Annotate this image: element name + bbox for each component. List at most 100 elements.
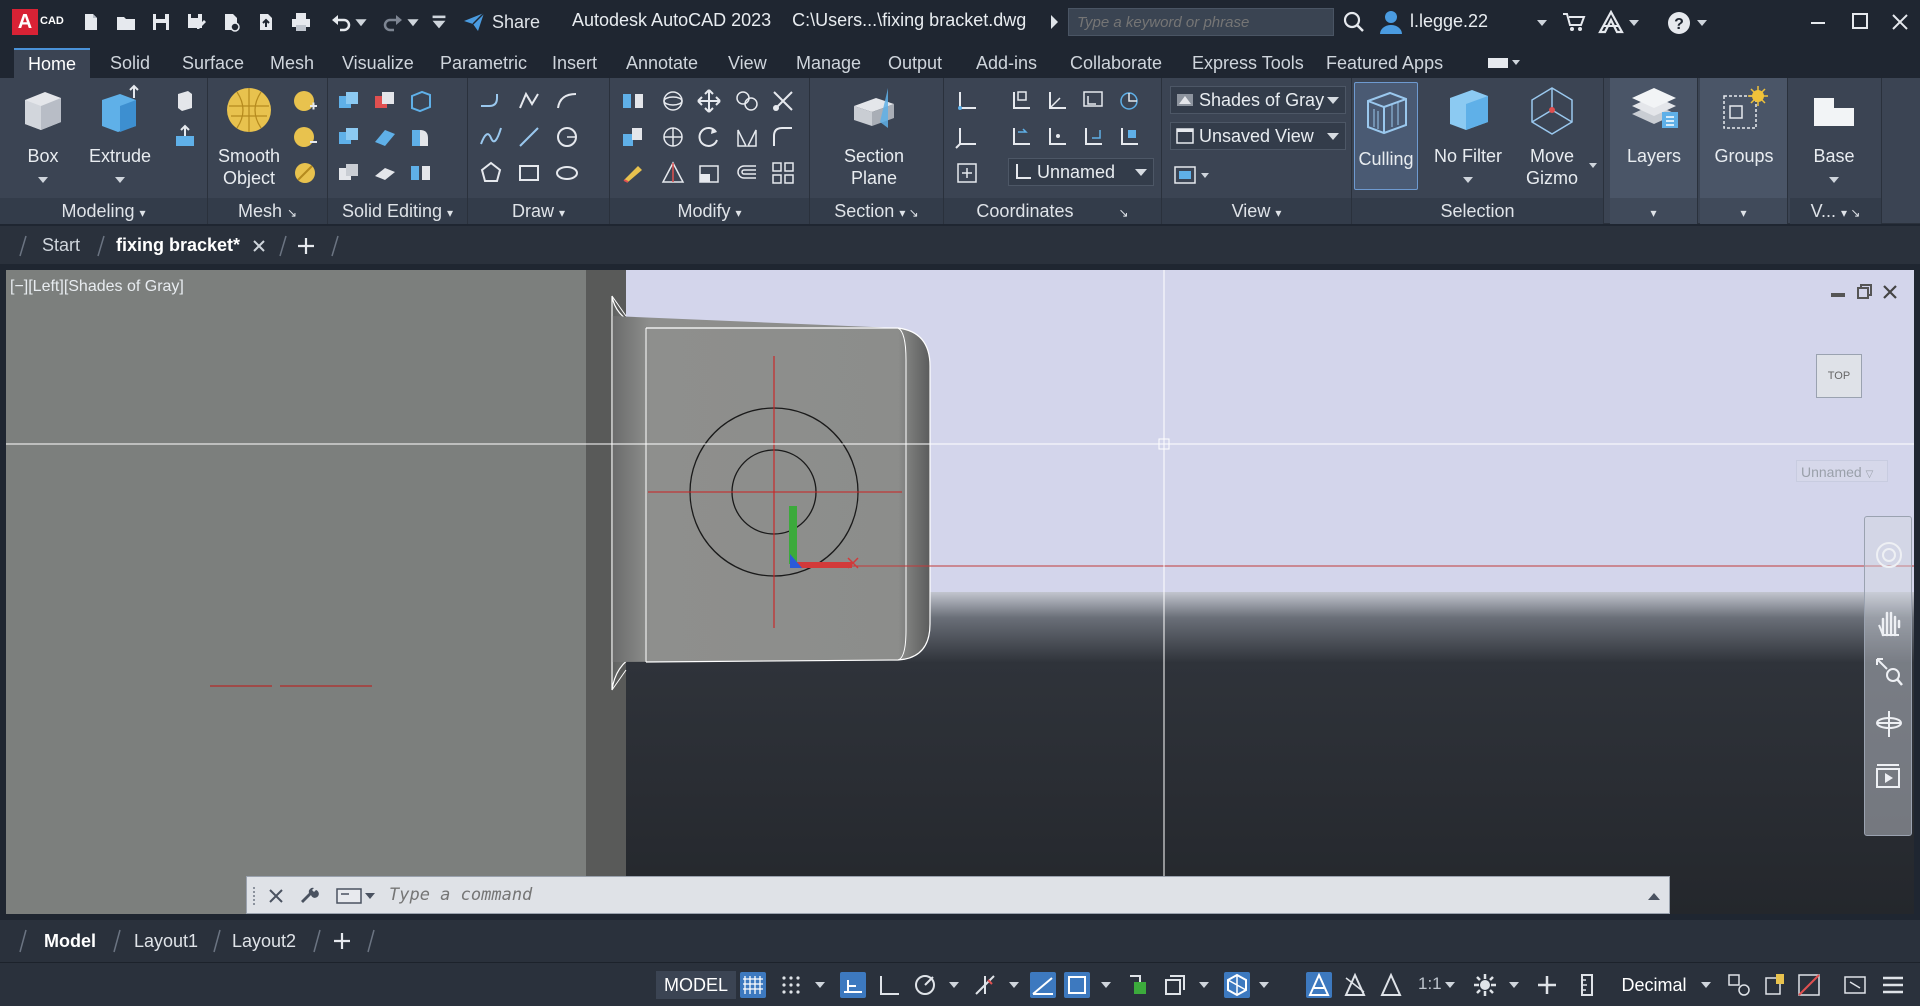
search-input[interactable]: [1068, 8, 1334, 36]
mesh-panel-title[interactable]: Mesh ↘: [208, 198, 327, 224]
ellipse-icon[interactable]: [554, 160, 580, 186]
selection-filtering-icon[interactable]: [1224, 972, 1250, 998]
pan-hand-icon[interactable]: [1875, 607, 1903, 637]
modeling-panel-title[interactable]: Modeling ▾: [0, 198, 207, 224]
layers-panel-expand[interactable]: ▾: [1610, 198, 1697, 224]
box-button[interactable]: Box: [12, 84, 74, 189]
rotate-3d-icon[interactable]: [660, 88, 686, 114]
lock-ui-icon[interactable]: [1762, 972, 1788, 998]
polar-tracking-icon[interactable]: [912, 972, 938, 998]
move-gizmo-dropdown-icon[interactable]: [1588, 162, 1598, 170]
layout-tab-layout1[interactable]: Layout1: [134, 920, 198, 962]
draw-panel-title[interactable]: Draw ▾: [468, 198, 609, 224]
selection-panel-title[interactable]: Selection: [1352, 198, 1603, 224]
view-panel-title[interactable]: View ▾: [1162, 198, 1351, 224]
account-dropdown-icon[interactable]: [1628, 18, 1640, 28]
viewport-minimize-icon[interactable]: [1828, 282, 1848, 302]
ribbon-tab-visualize[interactable]: Visualize: [328, 48, 428, 78]
undo-icon[interactable]: [328, 9, 354, 35]
annotation-visibility-icon[interactable]: [1306, 972, 1332, 998]
object-snap-tracking-icon[interactable]: [1030, 972, 1056, 998]
annotation-scale-value[interactable]: 1:1: [1418, 974, 1442, 994]
redo-dropdown-icon[interactable]: [406, 9, 420, 35]
stretch-icon[interactable]: [696, 160, 722, 186]
plot-icon[interactable]: [288, 9, 314, 35]
extract-edges-icon[interactable]: [408, 88, 434, 114]
ribbon-tab-collaborate[interactable]: Collaborate: [1056, 48, 1176, 78]
start-tab[interactable]: Start: [42, 226, 80, 264]
ribbon-tab-express-tools[interactable]: Express Tools: [1178, 48, 1318, 78]
save-icon[interactable]: [148, 9, 174, 35]
search-expand-arrow-icon[interactable]: [1048, 13, 1060, 31]
minimize-window-icon[interactable]: [1804, 8, 1832, 36]
auto-scale-icon[interactable]: [1342, 972, 1368, 998]
drawing-tab-active[interactable]: fixing bracket*: [116, 226, 240, 264]
object-snap-dropdown-icon[interactable]: [1100, 980, 1112, 990]
drawing-viewport[interactable]: [−][Left][Shades of Gray] TOP Unnamed ▽: [6, 270, 1914, 914]
helix-icon[interactable]: [516, 88, 542, 114]
undo-dropdown-icon[interactable]: [354, 9, 368, 35]
presspull-icon[interactable]: [172, 124, 198, 150]
isometric-drafting-icon[interactable]: [972, 972, 998, 998]
ribbon-tab-annotate[interactable]: Annotate: [612, 48, 712, 78]
mesh-smooth-more-icon[interactable]: [292, 88, 318, 114]
customization-menu-icon[interactable]: [1880, 972, 1906, 998]
share-button[interactable]: Share: [462, 9, 540, 35]
workspace-switching-icon[interactable]: [1472, 972, 1498, 998]
layers-button[interactable]: Layers: [1618, 84, 1690, 167]
coordinates-panel-title[interactable]: Coordinates ↘: [944, 198, 1161, 224]
section-panel-title[interactable]: Section ▾ ↘: [810, 198, 943, 224]
separate-icon[interactable]: [408, 160, 434, 186]
workspace-dropdown-icon[interactable]: [1508, 980, 1520, 990]
viewcube-ucs-menu[interactable]: Unnamed ▽: [1796, 460, 1888, 482]
copy-icon[interactable]: [734, 88, 760, 114]
annotation-scale-icon[interactable]: [1378, 972, 1404, 998]
ucs-y-icon[interactable]: [1080, 124, 1106, 150]
command-history-expand-icon[interactable]: [1647, 891, 1661, 901]
object-snap-icon[interactable]: [1064, 972, 1090, 998]
mirror-3d-icon[interactable]: [620, 88, 646, 114]
help-dropdown-icon[interactable]: [1696, 18, 1708, 28]
trim-icon[interactable]: [770, 88, 796, 114]
isometric-dropdown-icon[interactable]: [1008, 980, 1020, 990]
clean-screen-icon[interactable]: [1842, 972, 1868, 998]
command-input[interactable]: [389, 885, 1589, 905]
orbit-icon[interactable]: [1875, 709, 1903, 739]
units-icon[interactable]: [1574, 972, 1600, 998]
viewport-controls-label[interactable]: [−][Left][Shades of Gray]: [10, 278, 184, 296]
dynamic-ucs-dropdown-icon[interactable]: [1198, 980, 1210, 990]
polar-dropdown-icon[interactable]: [948, 980, 960, 990]
model-space-canvas[interactable]: [6, 270, 1914, 914]
polysolid-icon[interactable]: [172, 88, 198, 114]
help-icon[interactable]: ?: [1666, 10, 1692, 36]
user-account-icon[interactable]: [1378, 9, 1404, 35]
ucs-z-axis-icon[interactable]: [1044, 88, 1070, 114]
user-dropdown-icon[interactable]: [1536, 18, 1548, 28]
interfere-icon[interactable]: [336, 160, 362, 186]
section-plane-button[interactable]: Section Plane: [836, 84, 912, 189]
intersect-icon[interactable]: [336, 124, 362, 150]
search-icon[interactable]: [1342, 10, 1366, 34]
rectangle-icon[interactable]: [516, 160, 542, 186]
zoom-extents-icon[interactable]: [1875, 657, 1903, 687]
ucs-view-icon[interactable]: [1080, 88, 1106, 114]
ribbon-tab-featured-apps[interactable]: Featured Apps: [1312, 48, 1457, 78]
layout-tab-layout2[interactable]: Layout2: [232, 920, 296, 962]
fillet-icon[interactable]: [770, 124, 796, 150]
erase-icon[interactable]: [620, 160, 646, 186]
ucs-object-icon[interactable]: [1116, 88, 1142, 114]
viewcube[interactable]: TOP: [1816, 354, 1862, 398]
rectangular-array-icon[interactable]: [770, 160, 796, 186]
steering-wheel-icon[interactable]: [1875, 541, 1903, 569]
ribbon-tab-solid[interactable]: Solid: [96, 48, 164, 78]
annotation-monitor-icon[interactable]: [1534, 972, 1560, 998]
culling-button[interactable]: Culling: [1354, 82, 1418, 190]
customize-qat-icon[interactable]: [430, 9, 448, 35]
rotate-icon[interactable]: [696, 124, 722, 150]
base-view-panel-title[interactable]: V... ▾ ↘: [1790, 198, 1881, 224]
dynamic-ucs-icon[interactable]: [1162, 972, 1188, 998]
ucs-named-dropdown[interactable]: Unnamed: [1008, 158, 1154, 186]
viewport-close-icon[interactable]: [1880, 282, 1900, 302]
save-as-icon[interactable]: [183, 9, 209, 35]
open-file-icon[interactable]: [113, 9, 139, 35]
